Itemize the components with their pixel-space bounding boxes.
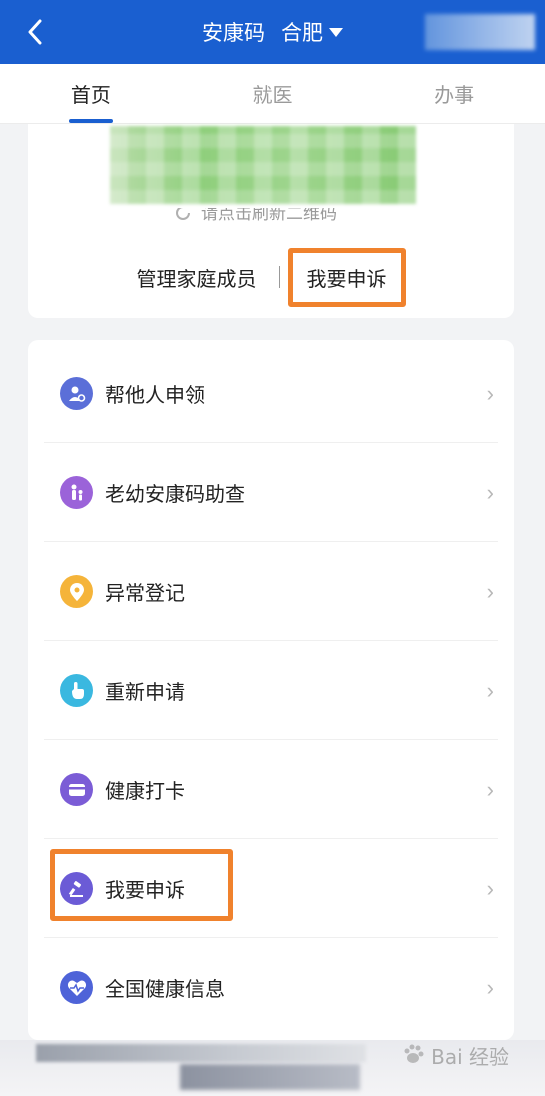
manage-family-button[interactable]: 管理家庭成员 [137,263,279,292]
menu-item-label: 我要申诉 [105,880,185,902]
refresh-hint-text: 请点击刷新二维码 [201,208,337,223]
tab-bar: 首页 就医 办事 [0,64,545,124]
menu-item-label: 异常登记 [105,583,185,605]
menu-item-label: 全国健康信息 [105,979,225,1001]
qr-actions: 管理家庭成员 我要申诉 [28,242,514,312]
wallet-icon [60,773,93,806]
user-add-icon [60,377,93,410]
menu-item-label: 健康打卡 [105,781,185,803]
city-label: 合肥 [281,22,323,45]
menu-item-label: 帮他人申领 [105,385,205,407]
chevron-right-icon: › [486,776,494,802]
app-header: 安康码 合肥 [0,0,545,64]
menu-item-reapply[interactable]: 重新申请 › [28,641,514,740]
page-title: 安康码 [202,22,265,45]
qr-code-card: 请点击刷新二维码 管理家庭成员 我要申诉 [28,124,514,318]
menu-item-health-checkin[interactable]: 健康打卡 › [28,740,514,839]
chevron-right-icon: › [486,677,494,703]
chevron-right-icon: › [486,875,494,901]
chevron-right-icon: › [486,974,494,1000]
menu-item-label: 老幼安康码助查 [105,484,245,506]
tab-medical[interactable]: 就医 [182,64,364,123]
menu-item-national-health-info[interactable]: 全国健康信息 › [28,938,514,1037]
chevron-right-icon: › [486,479,494,505]
family-icon [60,476,93,509]
chevron-right-icon: › [486,380,494,406]
watermark-text: Bai 经验 [431,1044,509,1069]
refresh-icon [176,208,190,220]
gavel-icon [60,872,93,905]
menu-item-appeal[interactable]: 我要申诉 › [28,839,514,938]
blurred-strip [36,1044,366,1062]
heart-pulse-icon [60,971,93,1004]
menu-item-label: 重新申请 [105,682,185,704]
location-pin-icon [60,575,93,608]
baidu-watermark: Bai 经验 [401,1040,509,1070]
tab-home[interactable]: 首页 [0,64,182,123]
blurred-strip [180,1064,360,1090]
appeal-button[interactable]: 我要申诉 [287,247,406,307]
refresh-hint[interactable]: 请点击刷新二维码 [173,208,337,230]
menu-item-abnormal-registration[interactable]: 异常登记 › [28,542,514,641]
divider [278,266,280,288]
menu-item-elderly-child-check[interactable]: 老幼安康码助查 › [28,443,514,542]
menu-item-help-others[interactable]: 帮他人申领 › [28,344,514,443]
blurred-region [425,14,535,50]
tab-services[interactable]: 办事 [363,64,545,123]
paw-icon [404,1044,424,1063]
caret-down-icon [329,27,343,37]
qr-code-blurred [110,126,416,204]
tap-hand-icon [60,674,93,707]
chevron-right-icon: › [486,578,494,604]
city-selector[interactable]: 合肥 [281,17,343,47]
service-menu: 帮他人申领 › 老幼安康码助查 › 异常登记 › 重新申请 › 健康打卡 › 我… [28,340,514,1040]
